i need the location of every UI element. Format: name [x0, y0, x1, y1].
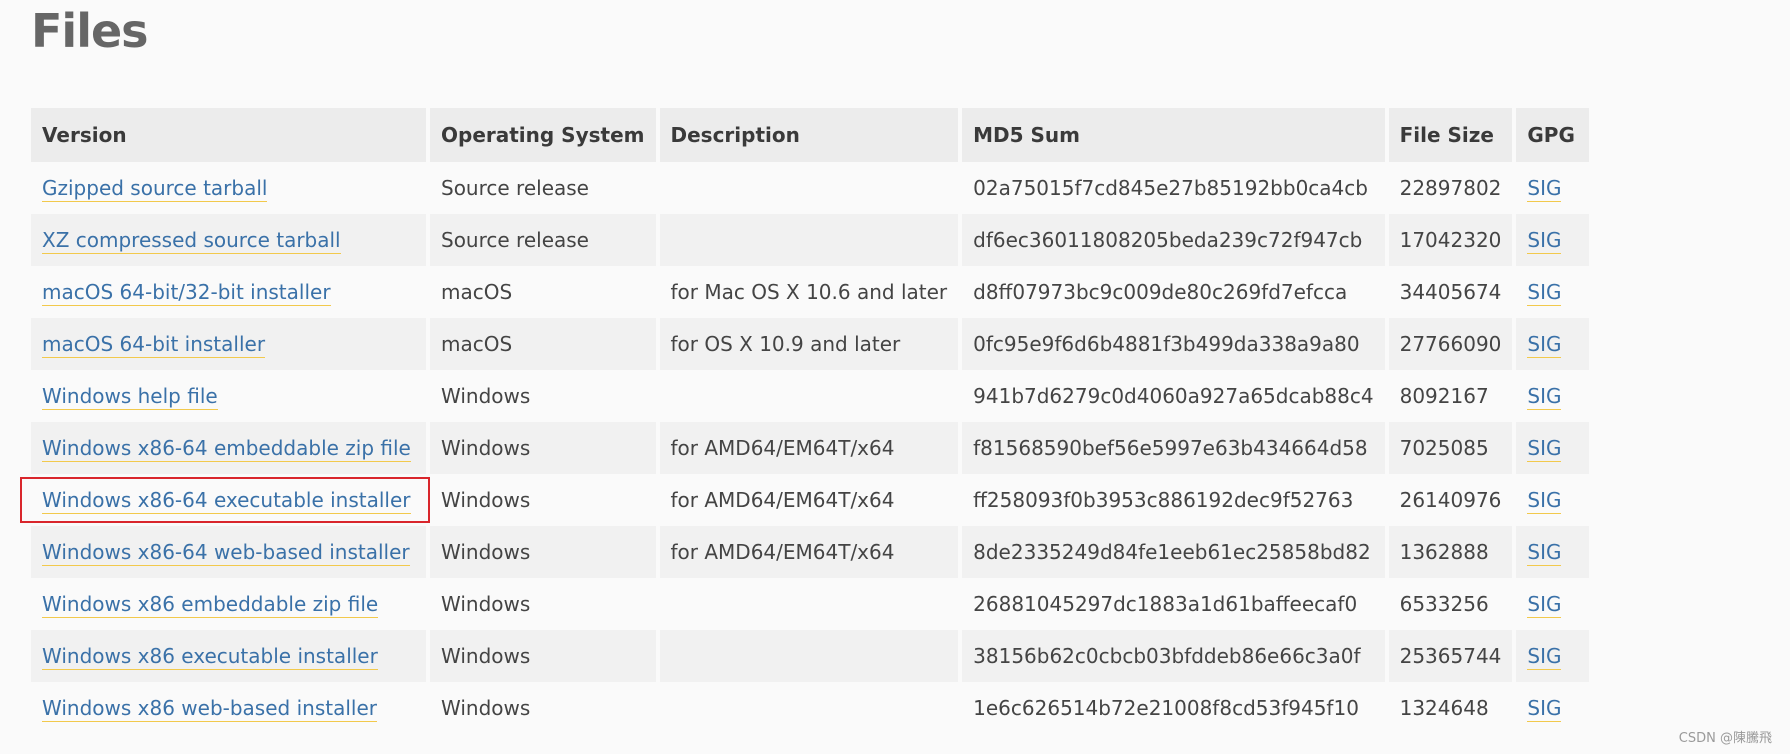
description-cell: for AMD64/EM64T/x64	[657, 474, 963, 526]
os-cell: Windows	[428, 630, 660, 682]
description-cell: for AMD64/EM64T/x64	[657, 422, 963, 474]
sig-link[interactable]: SIG	[1527, 176, 1562, 202]
table-header-row: Version Operating System Description MD5…	[31, 108, 1590, 162]
sig-link[interactable]: SIG	[1527, 644, 1562, 670]
os-cell: Windows	[428, 370, 660, 422]
version-link[interactable]: Windows help file	[42, 384, 218, 410]
description-cell	[657, 630, 963, 682]
md5-cell: 941b7d6279c0d4060a927a65dcab88c4	[960, 370, 1389, 422]
file-size-cell: 22897802	[1386, 162, 1517, 214]
os-cell: Windows	[428, 526, 660, 578]
file-size-cell: 26140976	[1386, 474, 1517, 526]
file-size-cell: 8092167	[1386, 370, 1517, 422]
version-link[interactable]: Windows x86 executable installer	[42, 644, 378, 670]
version-link[interactable]: macOS 64-bit installer	[42, 332, 266, 358]
md5-cell: f81568590bef56e5997e63b434664d58	[960, 422, 1389, 474]
sig-link[interactable]: SIG	[1527, 540, 1562, 566]
description-cell: for AMD64/EM64T/x64	[657, 526, 963, 578]
table-row: macOS 64-bit/32-bit installer macOS for …	[31, 266, 1590, 318]
table-row: Windows x86-64 embeddable zip file Windo…	[31, 422, 1590, 474]
description-cell: for OS X 10.9 and later	[657, 318, 963, 370]
sig-link[interactable]: SIG	[1527, 696, 1562, 722]
version-link[interactable]: XZ compressed source tarball	[42, 228, 341, 254]
os-cell: Windows	[428, 682, 660, 734]
watermark: CSDN @陳騰飛	[1678, 731, 1772, 746]
version-link[interactable]: Windows x86 embeddable zip file	[42, 592, 379, 618]
column-header-version: Version	[31, 108, 430, 162]
description-cell	[657, 682, 963, 734]
description-cell	[657, 370, 963, 422]
md5-cell: 0fc95e9f6d6b4881f3b499da338a9a80	[960, 318, 1389, 370]
table-row: Windows x86-64 executable installer Wind…	[31, 474, 1590, 526]
md5-cell: ff258093f0b3953c886192dec9f52763	[960, 474, 1389, 526]
table-row: XZ compressed source tarball Source rele…	[31, 214, 1590, 266]
column-header-gpg: GPG	[1514, 108, 1590, 162]
table-row: Gzipped source tarball Source release 02…	[31, 162, 1590, 214]
file-size-cell: 7025085	[1386, 422, 1517, 474]
page-title: Files	[31, 4, 149, 58]
version-link[interactable]: macOS 64-bit/32-bit installer	[42, 280, 331, 306]
table-row: Windows x86-64 web-based installer Windo…	[31, 526, 1590, 578]
column-header-operating-system: Operating System	[428, 108, 660, 162]
sig-link[interactable]: SIG	[1527, 280, 1562, 306]
file-size-cell: 34405674	[1386, 266, 1517, 318]
file-size-cell: 6533256	[1386, 578, 1517, 630]
table-row: Windows x86 embeddable zip file Windows …	[31, 578, 1590, 630]
column-header-file-size: File Size	[1386, 108, 1517, 162]
md5-cell: 02a75015f7cd845e27b85192bb0ca4cb	[960, 162, 1389, 214]
os-cell: Source release	[428, 162, 660, 214]
os-cell: Windows	[428, 578, 660, 630]
table-row: Windows x86 web-based installer Windows …	[31, 682, 1590, 734]
table-row: Windows help file Windows 941b7d6279c0d4…	[31, 370, 1590, 422]
version-link[interactable]: Windows x86-64 executable installer	[42, 488, 411, 514]
os-cell: Source release	[428, 214, 660, 266]
sig-link[interactable]: SIG	[1527, 332, 1562, 358]
os-cell: Windows	[428, 474, 660, 526]
description-cell: for Mac OS X 10.6 and later	[657, 266, 963, 318]
md5-cell: 38156b62c0cbcb03bfddeb86e66c3a0f	[960, 630, 1389, 682]
version-link[interactable]: Gzipped source tarball	[42, 176, 268, 202]
file-size-cell: 17042320	[1386, 214, 1517, 266]
column-header-description: Description	[657, 108, 963, 162]
sig-link[interactable]: SIG	[1527, 436, 1562, 462]
version-link[interactable]: Windows x86-64 embeddable zip file	[42, 436, 411, 462]
sig-link[interactable]: SIG	[1527, 228, 1562, 254]
file-size-cell: 25365744	[1386, 630, 1517, 682]
file-size-cell: 1324648	[1386, 682, 1517, 734]
description-cell	[657, 162, 963, 214]
table-row: Windows x86 executable installer Windows…	[31, 630, 1590, 682]
file-size-cell: 1362888	[1386, 526, 1517, 578]
md5-cell: 1e6c626514b72e21008f8cd53f945f10	[960, 682, 1389, 734]
version-link[interactable]: Windows x86-64 web-based installer	[42, 540, 410, 566]
table-row: macOS 64-bit installer macOS for OS X 10…	[31, 318, 1590, 370]
file-size-cell: 27766090	[1386, 318, 1517, 370]
md5-cell: d8ff07973bc9c009de80c269fd7efcca	[960, 266, 1389, 318]
column-header-md5-sum: MD5 Sum	[960, 108, 1389, 162]
page: Files Version Operating System Descripti…	[0, 0, 1790, 754]
os-cell: macOS	[428, 318, 660, 370]
os-cell: Windows	[428, 422, 660, 474]
version-link[interactable]: Windows x86 web-based installer	[42, 696, 377, 722]
files-table: Version Operating System Description MD5…	[31, 108, 1590, 734]
sig-link[interactable]: SIG	[1527, 592, 1562, 618]
md5-cell: 26881045297dc1883a1d61baffeecaf0	[960, 578, 1389, 630]
sig-link[interactable]: SIG	[1527, 384, 1562, 410]
md5-cell: 8de2335249d84fe1eeb61ec25858bd82	[960, 526, 1389, 578]
description-cell	[657, 214, 963, 266]
md5-cell: df6ec36011808205beda239c72f947cb	[960, 214, 1389, 266]
os-cell: macOS	[428, 266, 660, 318]
description-cell	[657, 578, 963, 630]
sig-link[interactable]: SIG	[1527, 488, 1562, 514]
